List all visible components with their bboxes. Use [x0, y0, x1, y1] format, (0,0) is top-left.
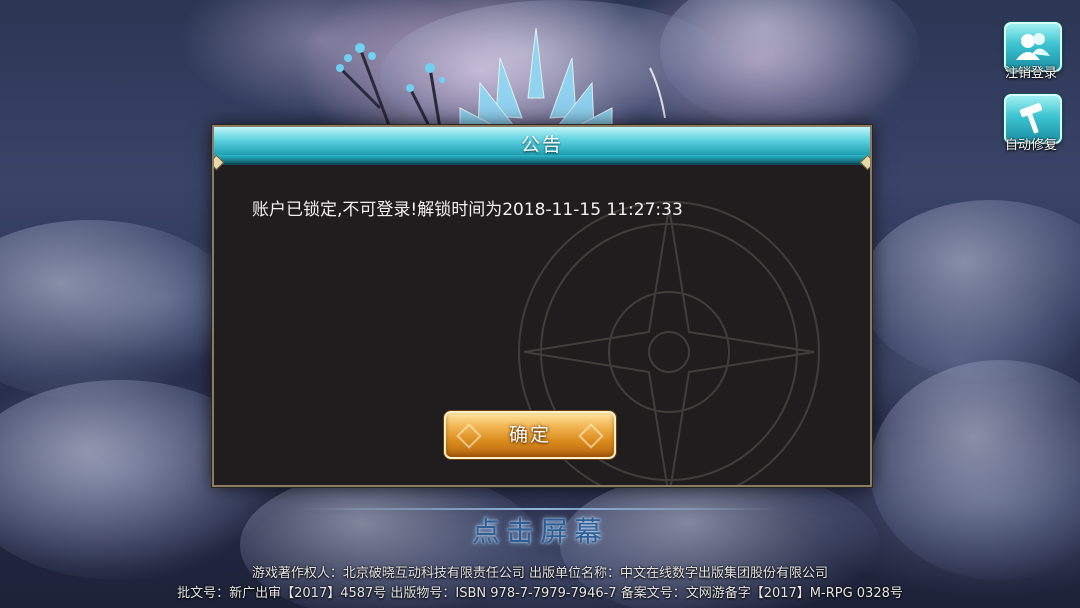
- background-cloud: [860, 200, 1080, 380]
- game-screen[interactable]: 注销登录 自动修复 公告 账户已锁定,不可登录!解锁时间为2018-11-15 …: [0, 0, 1080, 608]
- confirm-button[interactable]: 确定: [444, 411, 616, 459]
- dialog-title: 公告: [520, 134, 563, 156]
- dialog-header: 公告: [214, 127, 870, 165]
- dialog-message: 账户已锁定,不可登录!解锁时间为2018-11-15 11:27:33: [252, 200, 683, 220]
- copyright-line: 游戏著作权人：北京破晓互动科技有限责任公司 出版单位名称：中文在线数字出版集团股…: [251, 566, 829, 581]
- background-cloud: [0, 220, 240, 400]
- crystal-decoration: [336, 28, 666, 137]
- announcement-dialog: 公告 账户已锁定,不可登录!解锁时间为2018-11-15 11:27:33 确…: [212, 125, 872, 487]
- logout-label: 注销登录: [1004, 66, 1057, 81]
- tap-screen-prompt[interactable]: 点击屏幕: [0, 510, 1080, 550]
- auto-repair-label: 自动修复: [1004, 138, 1057, 153]
- license-line: 批文号：新广出审【2017】4587号 出版物号：ISBN 978-7-7979…: [177, 586, 903, 601]
